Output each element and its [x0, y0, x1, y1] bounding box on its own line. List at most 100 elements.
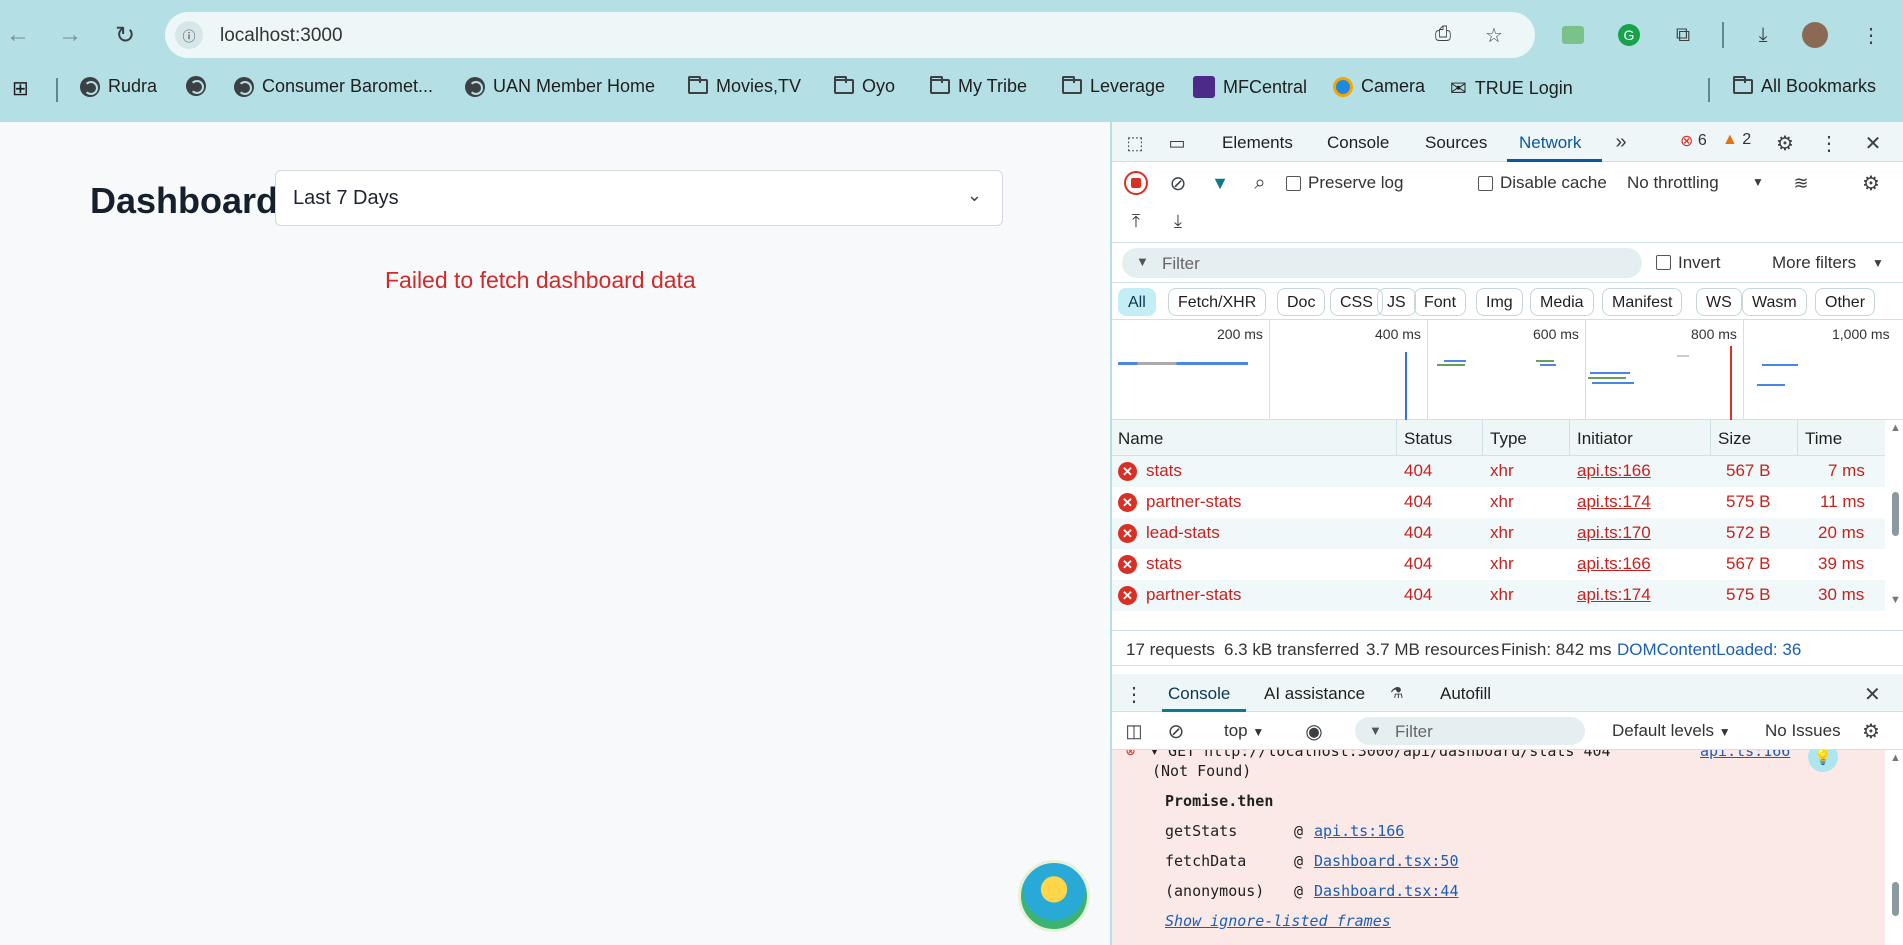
bookmark-star-icon[interactable]: ☆: [1485, 23, 1503, 48]
clear-icon[interactable]: ⊘: [1166, 171, 1190, 195]
console-settings-icon[interactable]: ⚙: [1858, 719, 1884, 743]
close-devtools-icon[interactable]: ✕: [1860, 130, 1886, 156]
scroll-up-arrow-icon[interactable]: ▲: [1890, 422, 1901, 434]
url-text[interactable]: localhost:3000: [220, 25, 343, 47]
eye-icon[interactable]: ◉: [1300, 719, 1328, 743]
search-icon[interactable]: ⌕: [1248, 171, 1272, 195]
chip-media[interactable]: Media: [1530, 288, 1594, 316]
error-count-icon[interactable]: ⊗ 6: [1680, 131, 1707, 151]
chip-manifest[interactable]: Manifest: [1602, 288, 1683, 316]
install-app-icon[interactable]: ⎙: [1435, 23, 1451, 46]
settings-gear-icon[interactable]: ⚙: [1772, 130, 1798, 156]
bookmark-camera[interactable]: Camera: [1333, 76, 1425, 97]
profile-avatar[interactable]: [1800, 20, 1830, 50]
network-filter-input[interactable]: ▼ Filter: [1122, 248, 1642, 278]
tab-network[interactable]: Network: [1519, 133, 1581, 153]
close-drawer-icon[interactable]: ✕: [1864, 682, 1881, 707]
caret-down-icon[interactable]: ▼: [1872, 256, 1884, 270]
import-har-icon[interactable]: ⤒: [1124, 209, 1148, 233]
menu-kebab-icon[interactable]: ⋮: [1856, 20, 1886, 50]
drawer-tab-autofill[interactable]: Autofill: [1440, 684, 1491, 704]
chip-css[interactable]: CSS: [1330, 288, 1383, 316]
apps-grid-icon[interactable]: ⊞: [12, 76, 29, 101]
console-filter-input[interactable]: ▼ Filter: [1355, 717, 1585, 745]
bookmark-uan-member-home[interactable]: UAN Member Home: [465, 76, 655, 97]
request-initiator-link[interactable]: api.ts:166: [1577, 554, 1651, 574]
filter-funnel-icon[interactable]: ▼: [1208, 171, 1232, 195]
stack-frame-link[interactable]: api.ts:166: [1314, 822, 1404, 840]
preserve-log-checkbox[interactable]: [1286, 176, 1301, 191]
stop-recording-icon[interactable]: [1124, 171, 1148, 195]
tab-elements[interactable]: Elements: [1222, 133, 1293, 153]
chip-all[interactable]: All: [1118, 288, 1156, 316]
request-initiator-link[interactable]: api.ts:174: [1577, 492, 1651, 512]
devtools-menu-icon[interactable]: ⋮: [1816, 130, 1842, 156]
bookmark-movies-tv[interactable]: Movies,TV: [688, 76, 801, 97]
chip-js[interactable]: JS: [1377, 288, 1416, 316]
console-get-line[interactable]: ▾ GET http://localhost:3000/api/dashboar…: [1150, 750, 1611, 760]
table-row[interactable]: ✕ stats 404 xhr api.ts:166 567 B 39 ms: [1112, 549, 1885, 580]
col-time[interactable]: Time: [1805, 429, 1842, 449]
chip-img[interactable]: Img: [1476, 288, 1523, 316]
scroll-up-arrow-icon[interactable]: ▲: [1890, 752, 1901, 764]
chip-ws[interactable]: WS: [1696, 288, 1742, 316]
throttling-select[interactable]: No throttling: [1627, 173, 1719, 193]
all-bookmarks[interactable]: All Bookmarks: [1733, 76, 1876, 97]
col-type[interactable]: Type: [1490, 429, 1527, 449]
date-range-select[interactable]: Last 7 Days ⌄: [275, 170, 1003, 226]
network-settings-icon[interactable]: ⚙: [1858, 171, 1884, 195]
scrollbar-thumb[interactable]: [1892, 882, 1899, 916]
drawer-tab-ai-assistance[interactable]: AI assistance: [1264, 684, 1365, 704]
floating-assistant-avatar[interactable]: [1018, 860, 1090, 932]
console-source-link[interactable]: api.ts:166: [1700, 750, 1790, 760]
bookmark-mfcentral[interactable]: MFCentral: [1193, 76, 1307, 98]
bookmark-globe[interactable]: [186, 76, 206, 96]
drawer-menu-icon[interactable]: ⋮: [1124, 682, 1144, 707]
request-initiator-link[interactable]: api.ts:170: [1577, 523, 1651, 543]
tab-console[interactable]: Console: [1327, 133, 1389, 153]
chip-wasm[interactable]: Wasm: [1742, 288, 1807, 316]
bookmark-true-login[interactable]: ✉ TRUE Login: [1450, 76, 1573, 101]
extensions-puzzle-icon[interactable]: ⧉: [1668, 20, 1698, 50]
bookmark-my-tribe[interactable]: My Tribe: [930, 76, 1027, 97]
invert-checkbox[interactable]: [1656, 255, 1671, 270]
scrollbar-thumb[interactable]: [1892, 492, 1899, 536]
site-info-icon[interactable]: ⓘ: [175, 21, 203, 49]
console-scrollbar[interactable]: ▲: [1887, 752, 1903, 945]
col-name[interactable]: Name: [1118, 429, 1163, 449]
drawer-tab-console[interactable]: Console: [1168, 684, 1230, 704]
more-filters-button[interactable]: More filters: [1772, 253, 1856, 273]
table-row[interactable]: ✕ lead-stats 404 xhr api.ts:170 572 B 20…: [1112, 518, 1885, 549]
omnibox[interactable]: ⓘ localhost:3000 ⎙ ☆: [165, 12, 1535, 58]
show-ignore-listed-frames-link[interactable]: Show ignore-listed frames: [1165, 912, 1391, 930]
col-status[interactable]: Status: [1404, 429, 1452, 449]
sidebar-toggle-icon[interactable]: ◫: [1122, 719, 1146, 743]
bookmark-consumer-barometer[interactable]: Consumer Baromet...: [234, 76, 433, 97]
chip-doc[interactable]: Doc: [1277, 288, 1326, 316]
bookmark-rudra[interactable]: Rudra: [80, 76, 157, 97]
more-tabs-icon[interactable]: »: [1608, 130, 1634, 154]
tab-sources[interactable]: Sources: [1425, 133, 1487, 153]
bookmark-leverage[interactable]: Leverage: [1062, 76, 1165, 97]
extension-badge-icon[interactable]: [1558, 20, 1588, 50]
chip-fetch-xhr[interactable]: Fetch/XHR: [1168, 288, 1267, 316]
network-overview-timeline[interactable]: 200 ms 400 ms 600 ms 800 ms 1,000 ms: [1112, 320, 1903, 420]
network-conditions-icon[interactable]: ≋: [1788, 171, 1814, 195]
disable-cache-checkbox[interactable]: [1478, 176, 1493, 191]
stack-frame-link[interactable]: Dashboard.tsx:50: [1314, 852, 1459, 870]
lightbulb-icon[interactable]: 💡: [1808, 750, 1838, 772]
forward-arrow-icon[interactable]: →: [55, 20, 85, 50]
scroll-down-arrow-icon[interactable]: ▼: [1890, 594, 1901, 606]
inspect-element-icon[interactable]: ⬚: [1122, 130, 1148, 156]
caret-down-icon[interactable]: ▼: [1752, 175, 1764, 189]
warning-count-icon[interactable]: ▲ 2: [1722, 131, 1751, 149]
requests-scrollbar[interactable]: ▲ ▼: [1887, 422, 1903, 608]
clear-console-icon[interactable]: ⊘: [1164, 719, 1188, 743]
source-link[interactable]: api.ts:166: [1700, 750, 1790, 760]
col-size[interactable]: Size: [1718, 429, 1751, 449]
col-initiator[interactable]: Initiator: [1577, 429, 1633, 449]
table-row[interactable]: ✕ stats 404 xhr api.ts:166 567 B 7 ms: [1112, 456, 1885, 487]
reload-icon[interactable]: ↻: [110, 20, 140, 50]
grammarly-icon[interactable]: G: [1614, 20, 1644, 50]
log-levels-select[interactable]: Default levels ▼: [1612, 721, 1731, 741]
